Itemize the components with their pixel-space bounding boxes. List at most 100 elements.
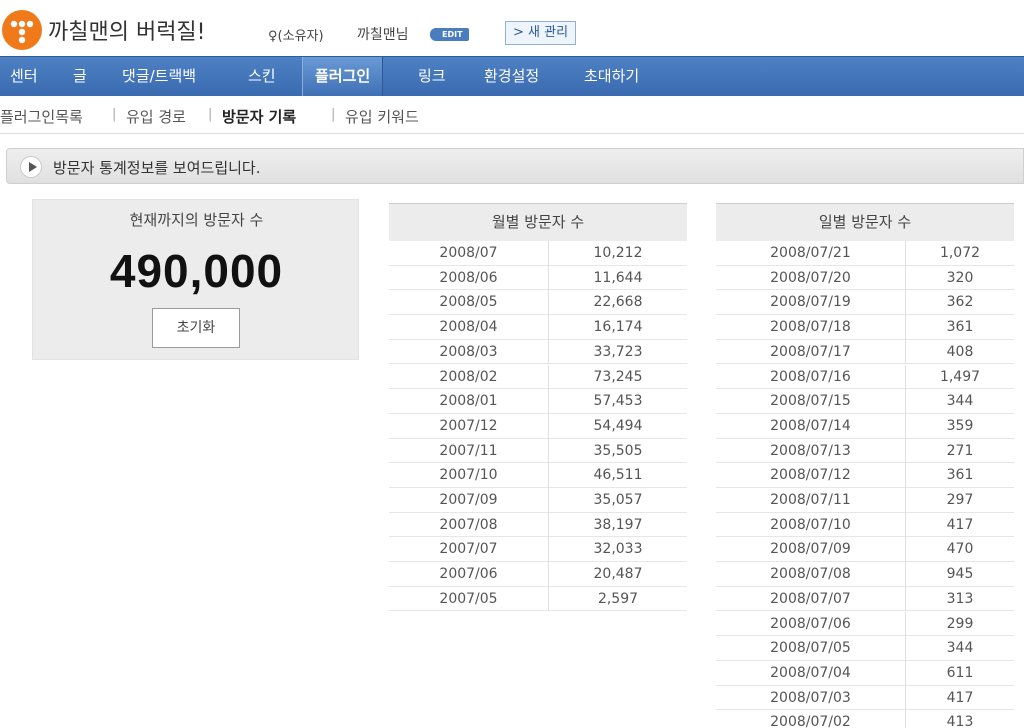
monthly-date-cell: 2008/07 — [439, 245, 498, 261]
reset-button[interactable]: 초기화 — [152, 308, 240, 348]
monthly-date-cell: 2008/03 — [439, 343, 498, 360]
table-row: 2008/07/17 408 — [716, 339, 1014, 365]
daily-count-cell: 408 — [905, 339, 1014, 365]
owner-role: ♀(소유자) — [268, 25, 324, 44]
daily-count-cell: 945 — [905, 562, 1014, 587]
daily-date-cell: 2008/07/02 — [770, 714, 851, 728]
table-row: 2008/07/20 320 — [716, 265, 1014, 291]
monthly-date-cell: 2007/07 — [439, 541, 498, 558]
daily-count-cell: 611 — [905, 660, 1014, 686]
monthly-date-cell: 2007/05 — [439, 590, 498, 607]
monthly-count-cell: 11,644 — [548, 265, 687, 291]
nav-item-plugin[interactable]: 플러그인 — [302, 57, 384, 97]
subnav-item-visitor-log[interactable]: 방문자 기록 — [222, 106, 296, 127]
monthly-count-cell: 46,511 — [548, 463, 687, 488]
nav-item-comments[interactable]: 댓글/트랙백 — [122, 57, 196, 97]
monthly-count-cell: 10,212 — [548, 241, 687, 266]
nav-item-invite[interactable]: 초대하기 — [584, 57, 639, 97]
subnav-separator: | — [331, 107, 336, 122]
daily-date-cell: 2008/07/09 — [770, 541, 851, 558]
daily-count-cell: 299 — [905, 611, 1014, 637]
table-row: 2007/05 2,597 — [389, 586, 687, 612]
table-row: 2007/11 35,505 — [389, 438, 687, 464]
daily-count-cell: 361 — [905, 463, 1014, 488]
info-bar: 방문자 통계정보를 보여드립니다. — [6, 148, 1024, 184]
daily-date-cell: 2008/07/10 — [770, 516, 851, 533]
table-row: 2008/07/11 297 — [716, 488, 1014, 513]
monthly-count-cell: 73,245 — [548, 364, 687, 390]
monthly-date-cell: 2008/02 — [439, 368, 498, 385]
daily-date-cell: 2008/07/08 — [770, 566, 851, 583]
daily-date-cell: 2008/07/12 — [770, 467, 851, 484]
play-arrow-icon — [20, 156, 42, 178]
subnav-item-plugin-list[interactable]: 플러그인목록 — [0, 106, 83, 127]
nav-item-center[interactable]: 센터 — [10, 57, 38, 97]
daily-count-cell: 361 — [905, 315, 1014, 340]
nav-item-settings[interactable]: 환경설정 — [484, 57, 539, 97]
table-row: 2008/07/02 413 — [716, 710, 1014, 728]
nav-item-posts[interactable]: 글 — [73, 57, 87, 97]
subnav-separator: | — [208, 107, 213, 122]
monthly-count-cell: 2,597 — [548, 586, 687, 612]
monthly-date-cell: 2007/12 — [439, 417, 498, 434]
total-visitors-value: 490,000 — [109, 245, 284, 297]
table-row: 2008/07/14 359 — [716, 413, 1014, 439]
table-row: 2008/06 11,644 — [389, 265, 687, 291]
table-row: 2008/07/12 361 — [716, 463, 1014, 488]
daily-count-cell: 362 — [905, 290, 1014, 316]
monthly-count-cell: 35,505 — [548, 438, 687, 464]
table-row: 2008/07/04 611 — [716, 660, 1014, 686]
daily-date-cell: 2008/07/17 — [770, 343, 851, 360]
subnav-separator: | — [112, 107, 117, 122]
subnav-item-referrer[interactable]: 유입 경로 — [126, 106, 186, 127]
daily-count-cell: 320 — [905, 265, 1014, 291]
total-visitors-label: 현재까지의 방문자 수 — [129, 211, 264, 229]
monthly-date-cell: 2008/01 — [439, 393, 498, 410]
nav-item-skin[interactable]: 스킨 — [248, 57, 276, 97]
daily-date-cell: 2008/07/14 — [770, 417, 851, 434]
monthly-count-cell: 32,033 — [548, 537, 687, 563]
manage-button[interactable]: > 새 관리 — [505, 21, 577, 45]
blog-title[interactable]: 까칠맨의 버럭질! — [48, 14, 206, 46]
table-row: 2008/07/06 299 — [716, 611, 1014, 637]
daily-date-cell: 2008/07/03 — [770, 689, 851, 706]
monthly-date-cell: 2007/10 — [439, 467, 498, 484]
table-row: 2008/02 73,245 — [389, 364, 687, 390]
table-row: 2008/07/21 1,072 — [716, 241, 1014, 266]
monthly-count-cell: 33,723 — [548, 339, 687, 365]
main-nav: 센터 글 댓글/트랙백 스킨 플러그인 링크 환경설정 초대하기 — [0, 56, 1024, 97]
table-row: 2007/09 35,057 — [389, 488, 687, 513]
subnav-item-keywords[interactable]: 유입 키워드 — [345, 106, 419, 127]
tistory-logo-icon[interactable] — [2, 10, 42, 50]
daily-count-cell: 1,072 — [905, 241, 1014, 266]
info-message: 방문자 통계정보를 보여드립니다. — [53, 159, 261, 177]
daily-date-cell: 2008/07/06 — [770, 615, 851, 632]
monthly-date-cell: 2007/11 — [439, 442, 498, 459]
daily-date-cell: 2008/07/21 — [770, 245, 851, 261]
table-row: 2008/01 57,453 — [389, 389, 687, 414]
daily-date-cell: 2008/07/18 — [770, 319, 851, 336]
monthly-count-cell: 35,057 — [548, 488, 687, 513]
total-visitors-box: 현재까지의 방문자 수 490,000 초기화 — [32, 199, 359, 360]
monthly-count-cell: 57,453 — [548, 389, 687, 414]
daily-count-cell: 1,497 — [905, 364, 1014, 390]
daily-count-cell: 344 — [905, 636, 1014, 661]
daily-date-cell: 2008/07/16 — [770, 368, 851, 385]
sub-nav: 플러그인목록 | 유입 경로 | 방문자 기록 | 유입 키워드 — [0, 96, 1024, 134]
daily-count-cell: 470 — [905, 537, 1014, 563]
daily-date-cell: 2008/07/19 — [770, 294, 851, 311]
table-row: 2008/07 10,212 — [389, 241, 687, 266]
nav-item-link[interactable]: 링크 — [418, 57, 446, 97]
table-row: 2008/07/16 1,497 — [716, 364, 1014, 390]
edit-tag-button[interactable]: EDIT — [430, 28, 469, 41]
monthly-count-cell: 54,494 — [548, 413, 687, 439]
table-row: 2008/07/03 417 — [716, 685, 1014, 711]
daily-count-cell: 344 — [905, 389, 1014, 414]
table-row: 2008/07/09 470 — [716, 537, 1014, 563]
table-row: 2007/06 20,487 — [389, 562, 687, 587]
monthly-date-cell: 2007/06 — [439, 566, 498, 583]
table-row: 2008/07/08 945 — [716, 562, 1014, 587]
blog-header: 까칠맨의 버럭질! ♀(소유자) 까칠맨님 EDIT > 새 관리 — [0, 0, 1024, 56]
table-row: 2008/04 16,174 — [389, 315, 687, 340]
table-row: 2008/05 22,668 — [389, 290, 687, 316]
